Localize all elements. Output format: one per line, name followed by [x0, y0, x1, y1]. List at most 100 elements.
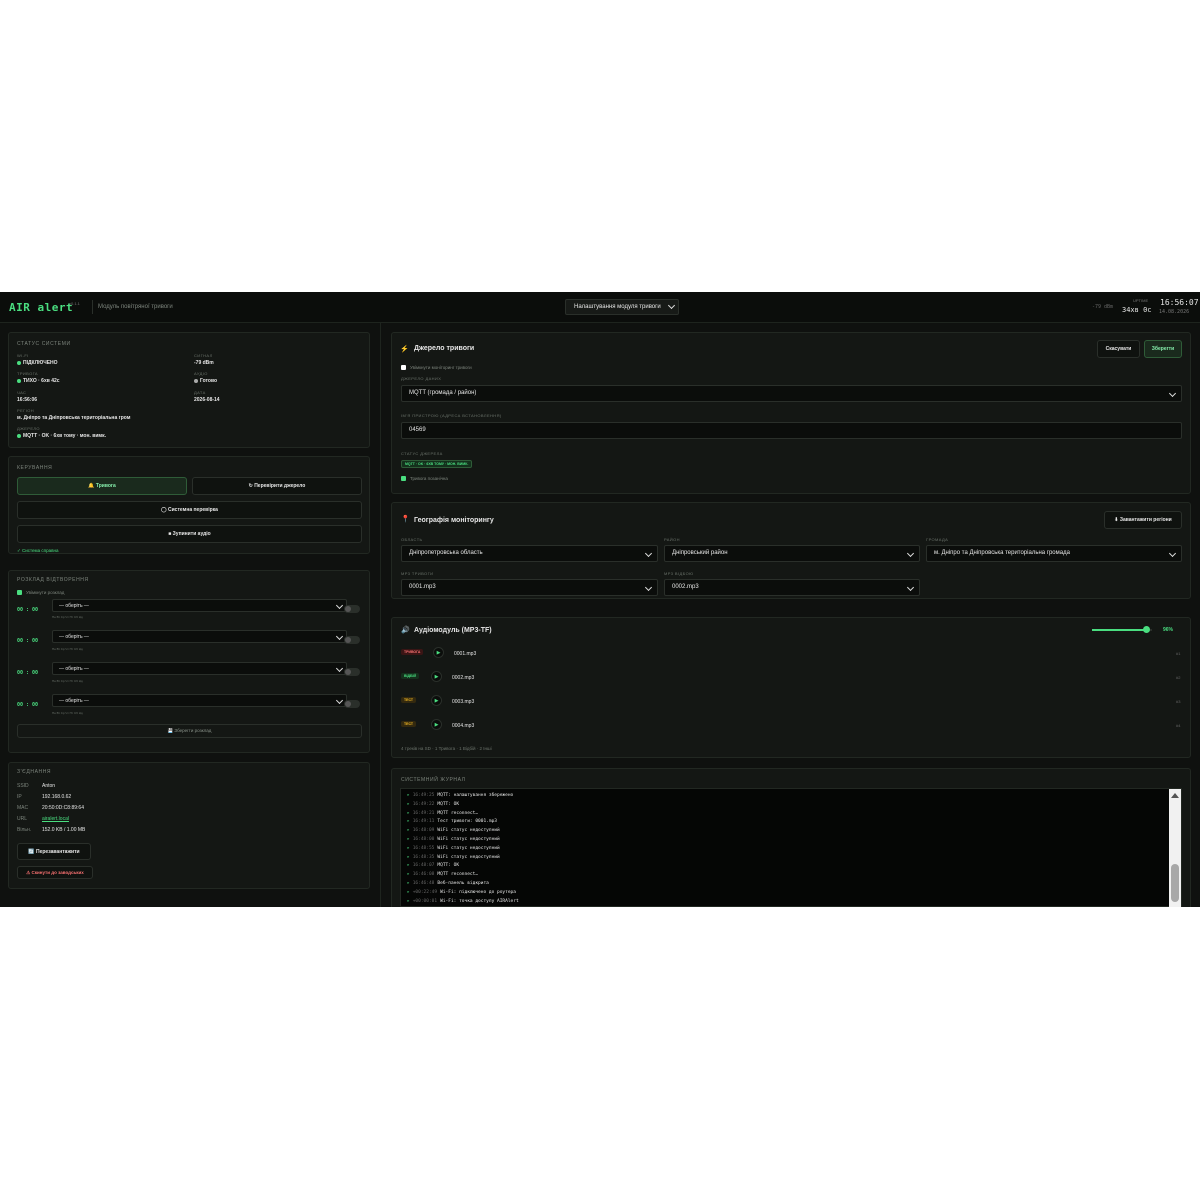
log-message: MQTT reconnect…	[437, 810, 479, 816]
oblast-label: ОБЛАСТЬ	[401, 537, 423, 542]
schedule-track-select[interactable]: — оберіть —	[52, 662, 347, 675]
log-time: 16:48:35	[412, 854, 435, 860]
schedule-track-select[interactable]: — оберіть —	[52, 630, 347, 643]
volume-knob[interactable]	[1143, 626, 1150, 633]
schedule-days[interactable]: Пн Вт Ср Чт Пт Сб Нд	[52, 647, 83, 651]
chevron-down-icon	[667, 301, 676, 310]
log-message: Wi-Fi: точка доступу AIRAlert	[440, 898, 519, 904]
log-bullet-icon: ▸	[407, 810, 410, 816]
volume-slider[interactable]	[1092, 626, 1152, 633]
mp3-alarm-label: MP3 ТРИВОГИ	[401, 571, 434, 576]
load-regions-button[interactable]: ⬇ Завантажити регіони	[1104, 511, 1182, 529]
schedule-track-select[interactable]: — оберіть —	[52, 694, 347, 707]
reboot-button[interactable]: 🔄 Перезавантажити	[17, 843, 91, 860]
schedule-days[interactable]: Пн Вт Ср Чт Пт Сб Нд	[52, 711, 83, 715]
schedule-enable-checkbox[interactable]	[17, 590, 22, 595]
source-status-text: MQTT · OK · 6хв тому · мон. вимк.	[23, 433, 107, 439]
geo-title: Географія моніторингу	[414, 517, 494, 524]
schedule-track-select[interactable]: — оберіть —	[52, 599, 347, 612]
hromada-value: м. Дніпро та Дніпровська територіальна г…	[934, 550, 1070, 556]
log-scrollbar[interactable]	[1169, 789, 1181, 907]
schedule-toggle[interactable]	[344, 605, 360, 613]
app-window: AIR alert v0.1.1 Модуль повітряної триво…	[0, 292, 1200, 907]
alarm-button[interactable]: 🔔 Тривога	[17, 477, 187, 495]
scroll-up-icon[interactable]	[1171, 793, 1179, 798]
schedule-time[interactable]: 00 : 00	[17, 702, 38, 708]
schedule-time[interactable]: 00 : 00	[17, 670, 38, 676]
play-icon[interactable]: ▶	[431, 671, 442, 682]
schedule-toggle[interactable]	[344, 636, 360, 644]
log-time: 16:48:00	[412, 837, 435, 842]
heap-value: 152.0 KB / 1.00 MB	[42, 827, 86, 833]
log-message: MQTT: OK	[437, 863, 460, 869]
log-line: ▸ 16:49:25 MQTT: налаштування збережено	[407, 793, 513, 798]
factory-reset-button[interactable]: ⚠ Скинути до заводських	[17, 866, 93, 879]
save-schedule-button[interactable]: 💾 Зберегти розклад	[17, 724, 362, 738]
log-bullet-icon: ▸	[407, 898, 410, 904]
log-bullet-icon: ▸	[407, 845, 410, 851]
alarm-status: ТИХО · 6хв 42с	[17, 378, 60, 384]
log-bullet-icon: ▸	[407, 889, 410, 895]
log-bullet-icon: ▸	[407, 828, 410, 834]
module-select[interactable]: Налаштування модуля тривоги	[565, 299, 679, 315]
log-output[interactable]: ▸ 16:49:25 MQTT: налаштування збережено ▸ 16…	[400, 788, 1182, 907]
hromada-select[interactable]: м. Дніпро та Дніпровська територіальна г…	[926, 545, 1182, 562]
mp3-cancel-label: MP3 ВІДБОЮ	[664, 571, 694, 576]
source-status-label: СТАТУС ДЖЕРЕЛА	[401, 451, 443, 456]
connection-card: З'єднання SSID Anton IP 192.168.0.62 MAC…	[8, 762, 370, 889]
data-source-select[interactable]: MQTT (громада / район)	[401, 385, 1182, 402]
status-dot-icon	[17, 378, 21, 383]
schedule-time[interactable]: 00 : 00	[17, 638, 38, 644]
scroll-thumb[interactable]	[1171, 864, 1179, 902]
schedule-time[interactable]: 00 : 00	[17, 607, 38, 613]
log-line: ▸ 16:48:07 MQTT: OK	[407, 863, 459, 868]
schedule-days[interactable]: Пн Вт Ср Чт Пт Сб Нд	[52, 679, 83, 683]
hromada-label: ГРОМАДА	[926, 537, 949, 542]
mp3-cancel-value: 0002.mp3	[672, 584, 699, 590]
log-message: Wi-Fi: підключено до роутера	[440, 889, 516, 895]
play-icon[interactable]: ▶	[433, 647, 444, 658]
log-bullet-icon: ▸	[407, 854, 410, 860]
status-title: Статус системи	[17, 341, 71, 347]
audio-label: АУДІО	[194, 371, 208, 376]
log-message: WiFi статус недоступний	[437, 854, 500, 860]
cancel-button[interactable]: Скасувати	[1097, 340, 1140, 358]
schedule-days[interactable]: Пн Вт Ср Чт Пт Сб Нд	[52, 615, 83, 619]
source-label: ДЖЕРЕЛО	[17, 426, 40, 431]
chevron-down-icon	[335, 664, 344, 673]
wifi-status-text: ПІДКЛЮЧЕНО	[23, 360, 58, 366]
pin-icon: 📍	[401, 516, 410, 523]
play-icon[interactable]: ▶	[431, 719, 442, 730]
url-link[interactable]: airalert.local	[42, 816, 69, 822]
monitor-enable-checkbox[interactable]	[401, 365, 406, 370]
raion-select[interactable]: Дніпровський район	[664, 545, 920, 562]
log-line: ▸ 16:48:00 WiFi статус недоступний	[407, 837, 500, 842]
log-message: WiFi статус недоступний	[437, 828, 500, 834]
chevron-down-icon	[906, 583, 915, 592]
log-bullet-icon: ▸	[407, 793, 410, 798]
data-source-value: MQTT (громада / район)	[409, 390, 477, 396]
heap-label: Вільн.	[17, 827, 32, 833]
wifi-label: WI-FI	[17, 353, 29, 358]
region-label: РЕГІОН	[17, 408, 35, 413]
log-time: 16:48:55	[412, 845, 435, 851]
mp3-alarm-select[interactable]: 0001.mp3	[401, 579, 658, 596]
schedule-toggle[interactable]	[344, 700, 360, 708]
mac-value: 20:50:0D:C8:89:64	[42, 805, 84, 811]
track-tag: ТРИВОГА	[401, 649, 424, 655]
header-date: 14.08.2026	[1159, 309, 1190, 315]
mp3-cancel-select[interactable]: 0002.mp3	[664, 579, 920, 596]
system-check-button[interactable]: ◯ Системна перевірка	[17, 501, 362, 519]
play-icon[interactable]: ▶	[431, 695, 442, 706]
ssid-label: SSID	[17, 783, 29, 789]
log-bullet-icon: ▸	[407, 881, 410, 886]
log-bullet-icon: ▸	[407, 801, 410, 807]
schedule-toggle[interactable]	[344, 668, 360, 676]
alarm-unconfirmed-checkbox[interactable]	[401, 476, 406, 481]
track-number: #1	[1176, 651, 1181, 656]
save-button[interactable]: Зберегти	[1144, 340, 1182, 358]
device-id-input[interactable]: 04569	[401, 422, 1182, 439]
oblast-select[interactable]: Дніпропетровська область	[401, 545, 658, 562]
stop-audio-button[interactable]: ■ Зупинити аудіо	[17, 525, 362, 543]
check-source-button[interactable]: ↻ Перевірити джерело	[192, 477, 362, 495]
